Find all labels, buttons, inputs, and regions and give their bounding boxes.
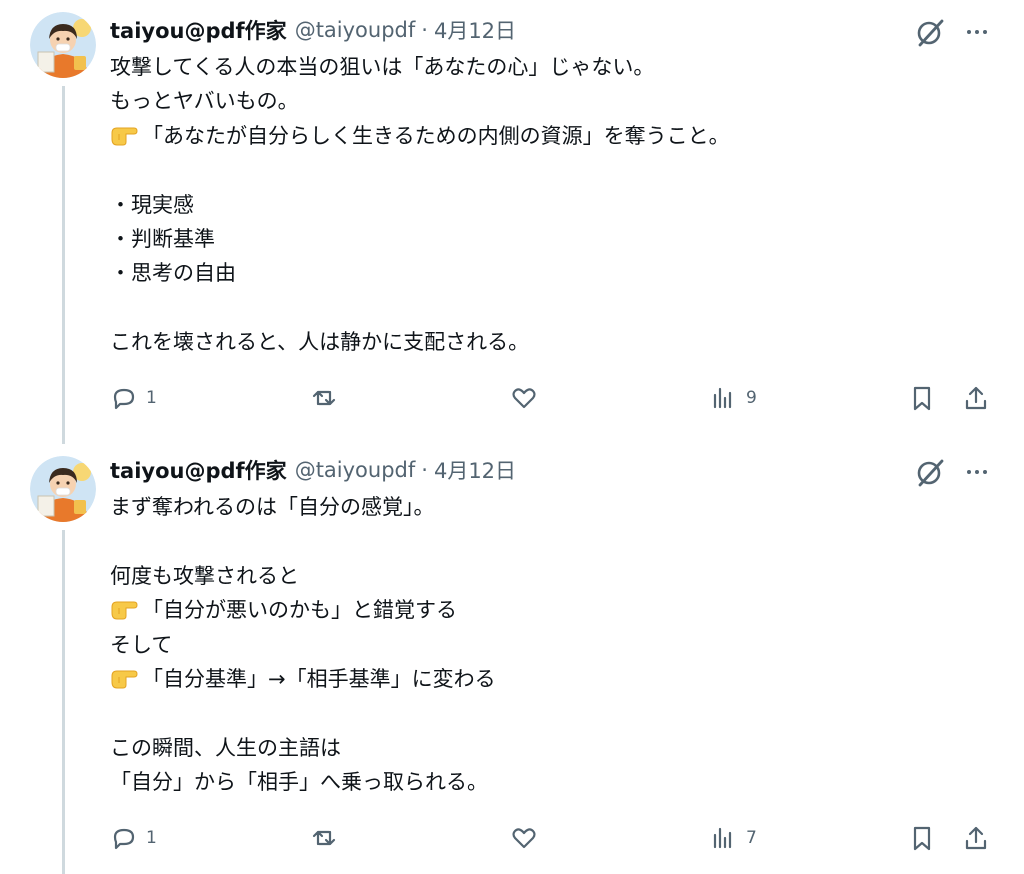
post-text: まず奪われるのは「自分の感覚」。 何度も攻撃されると 「自分が悪いのかも」と錯覚…	[110, 490, 990, 800]
reply-count: 1	[146, 828, 157, 848]
post-text-line: 攻撃してくる人の本当の狙いは「あなたの心」じゃない。	[110, 55, 655, 79]
post-text-line: もっとヤバいもの。	[110, 89, 299, 114]
post-text-line: ・現実感	[110, 192, 194, 217]
separator-dot: ·	[421, 18, 428, 42]
post-text-line: 「あなたが自分らしく生きるための内側の資源」を奪うこと。	[110, 119, 990, 153]
more-icon[interactable]	[960, 18, 994, 46]
like-icon	[512, 388, 536, 409]
bookmark-button[interactable]	[908, 378, 936, 418]
like-button[interactable]	[510, 378, 546, 418]
repost-icon	[312, 390, 336, 406]
views-count: 9	[746, 388, 757, 408]
reply-button[interactable]: 1	[110, 818, 157, 858]
post-text-line: この瞬間、人生の主語は	[110, 735, 341, 760]
post-text-line	[110, 291, 990, 325]
post-text-line: 「自分基準」→「相手基準」に変わる	[110, 662, 990, 696]
post-header: taiyou@pdf作家 @taiyoupdf · 4月12日	[110, 454, 516, 486]
pointing-finger-emoji-icon	[110, 123, 138, 147]
action-bar: 1 7	[0, 818, 1024, 858]
avatar[interactable]	[30, 12, 96, 78]
repost-button[interactable]	[310, 818, 346, 858]
views-count: 7	[746, 828, 757, 848]
share-button[interactable]	[962, 818, 990, 858]
reply-button[interactable]: 1	[110, 378, 157, 418]
post-text-line: これを壊されると、人は静かに支配される。	[110, 330, 530, 355]
views-icon	[713, 827, 732, 849]
views-icon	[713, 387, 732, 409]
more-icon[interactable]	[960, 458, 994, 486]
post[interactable]: taiyou@pdf作家 @taiyoupdf · 4月12日 まず奪われるのは…	[0, 440, 1024, 874]
post-text-line: そして	[110, 632, 173, 657]
post-text-line: ・判断基準	[110, 226, 215, 251]
share-button[interactable]	[962, 378, 990, 418]
action-bar: 1 9	[0, 378, 1024, 418]
post-text-line	[110, 524, 990, 558]
reply-icon	[113, 388, 135, 410]
share-icon	[965, 826, 987, 850]
reply-count: 1	[146, 388, 157, 408]
repost-icon	[312, 830, 336, 846]
views-button[interactable]: 9	[710, 378, 757, 418]
post-text-line: 「自分」から「相手」へ乗っ取られる。	[110, 770, 488, 795]
pointing-finger-emoji-icon	[110, 597, 138, 621]
post-text-line	[110, 696, 990, 730]
author-name[interactable]: taiyou@pdf作家	[110, 15, 287, 45]
post-date[interactable]: 4月12日	[434, 455, 516, 485]
share-icon	[965, 386, 987, 410]
reply-icon	[113, 828, 135, 850]
post-date[interactable]: 4月12日	[434, 15, 516, 45]
post[interactable]: taiyou@pdf作家 @taiyoupdf · 4月12日 攻撃してくる人の…	[0, 0, 1024, 444]
author-name[interactable]: taiyou@pdf作家	[110, 455, 287, 485]
grok-icon[interactable]	[914, 16, 946, 48]
post-text-line: ・思考の自由	[110, 261, 236, 286]
like-icon	[512, 828, 536, 849]
avatar[interactable]	[30, 456, 96, 522]
post-header: taiyou@pdf作家 @taiyoupdf · 4月12日	[110, 14, 516, 46]
bookmark-button[interactable]	[908, 818, 936, 858]
like-button[interactable]	[510, 818, 546, 858]
post-text-line: 何度も攻撃されると	[110, 563, 299, 588]
post-text-line: まず奪われるのは「自分の感覚」。	[110, 495, 435, 519]
post-text-line: 「自分が悪いのかも」と錯覚する	[110, 593, 990, 627]
author-handle[interactable]: @taiyoupdf	[295, 458, 416, 482]
bookmark-icon	[913, 386, 931, 411]
pointing-finger-emoji-icon	[110, 666, 138, 690]
post-text: 攻撃してくる人の本当の狙いは「あなたの心」じゃない。 もっとヤバいもの。 「あな…	[110, 50, 990, 360]
author-handle[interactable]: @taiyoupdf	[295, 18, 416, 42]
separator-dot: ·	[421, 458, 428, 482]
post-text-line	[110, 153, 990, 187]
views-button[interactable]: 7	[710, 818, 757, 858]
repost-button[interactable]	[310, 378, 346, 418]
bookmark-icon	[913, 826, 931, 851]
grok-icon[interactable]	[914, 456, 946, 488]
